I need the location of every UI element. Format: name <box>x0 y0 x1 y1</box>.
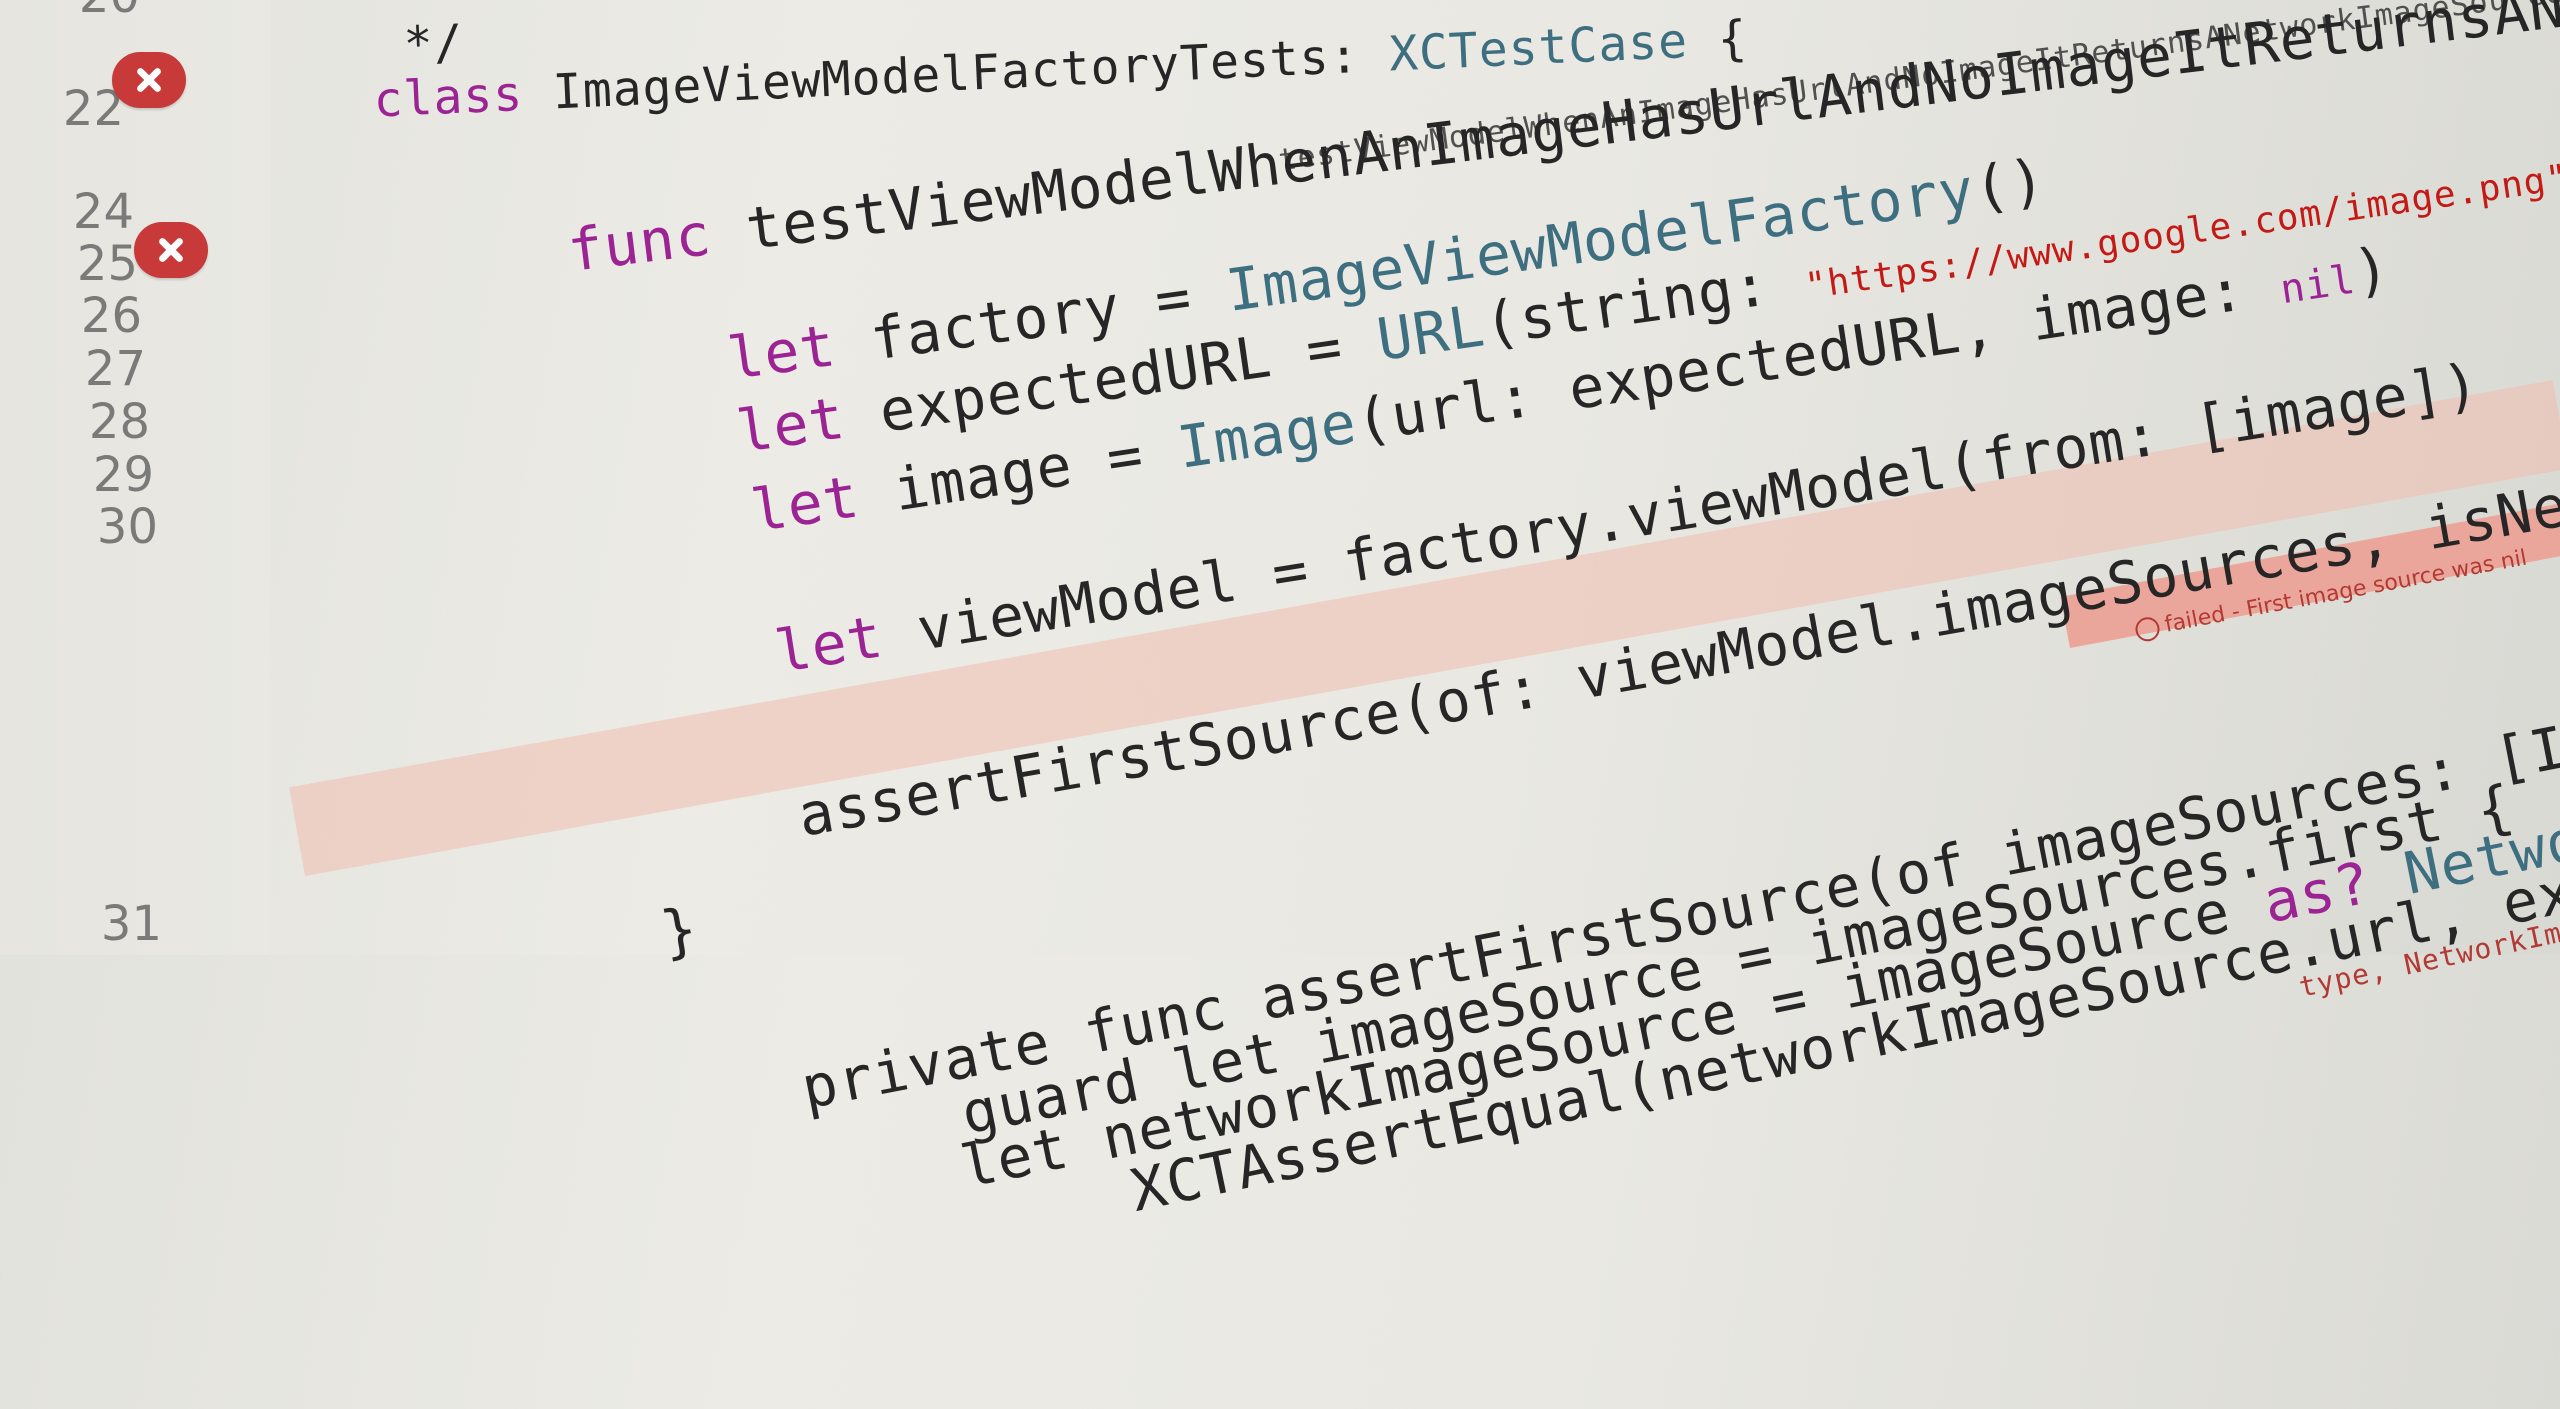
error-marker-button[interactable] <box>112 52 186 108</box>
error-x-icon <box>137 68 161 92</box>
line-number: 27 <box>84 341 146 397</box>
keyword-token: let <box>770 602 888 687</box>
line-number: 31 <box>100 896 162 952</box>
line-number: 25 <box>76 236 138 292</box>
error-marker-button[interactable] <box>134 222 208 278</box>
line-number: 24 <box>72 184 134 240</box>
keyword-token: class <box>372 65 525 129</box>
line-number: 28 <box>88 394 150 450</box>
line-number: 22 <box>62 81 124 137</box>
keyword-token: let <box>747 462 864 546</box>
line-number: 20 <box>20 0 140 20</box>
line-number: 29 <box>92 447 154 503</box>
line-number: 26 <box>80 288 142 344</box>
line-number: 30 <box>96 499 158 555</box>
code-editor: 20 22 24 25 26 27 28 29 30 31 failed - F… <box>0 0 2560 1225</box>
error-x-icon <box>159 238 183 262</box>
